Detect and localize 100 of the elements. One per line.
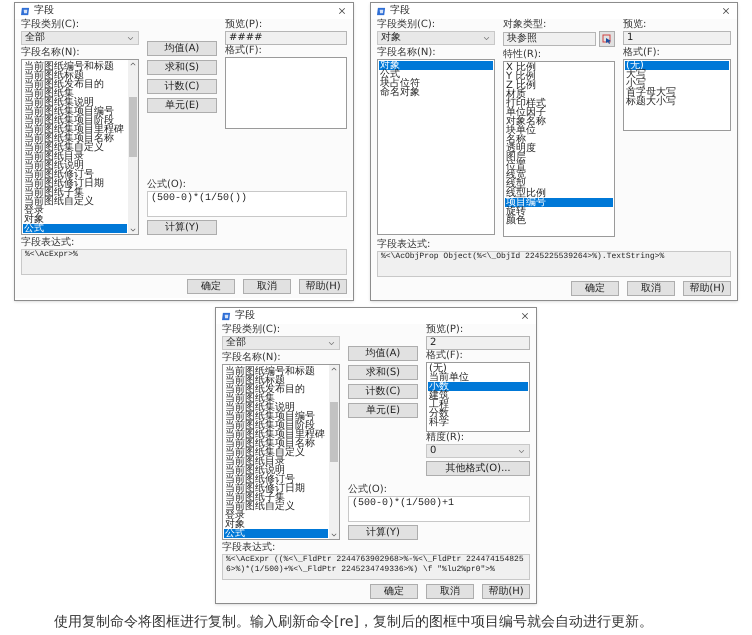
list-item[interactable]: 名称 xyxy=(505,135,613,144)
list-item[interactable]: 科学 xyxy=(428,418,528,427)
list-item[interactable]: 建筑 xyxy=(428,391,528,400)
list-item[interactable]: 当前图纸自定义 xyxy=(23,197,127,206)
list-item[interactable]: 当前单位 xyxy=(428,373,528,382)
list-item[interactable]: 当前图纸集项目里程碑 xyxy=(23,125,127,134)
list-item[interactable]: 当前图纸集项目阶段 xyxy=(23,116,127,125)
list-item[interactable]: 当前图纸修订号 xyxy=(23,170,127,179)
list-item[interactable]: 当前图纸集项目编号 xyxy=(23,107,127,116)
list-item[interactable]: 登录 xyxy=(23,206,127,215)
list-item[interactable]: 对象 xyxy=(224,520,328,529)
list-item[interactable]: 首字母大写 xyxy=(625,88,729,97)
list-item[interactable]: 分数 xyxy=(428,409,528,418)
scrollbar-thumb[interactable] xyxy=(129,97,137,157)
category-dropdown[interactable]: 全部 xyxy=(21,31,139,45)
list-item[interactable]: 对象 xyxy=(379,61,493,70)
function-button[interactable]: 单元(E) xyxy=(147,98,217,113)
list-item[interactable]: 旋转 xyxy=(505,207,613,216)
list-item[interactable]: 大写 xyxy=(625,70,729,79)
list-item[interactable]: 打印样式 xyxy=(505,99,613,108)
scroll-up-icon[interactable] xyxy=(330,365,338,373)
list-item[interactable]: 材质 xyxy=(505,90,613,99)
list-item[interactable]: 当前图纸集项目名称 xyxy=(23,134,127,143)
list-item[interactable]: 命名对象 xyxy=(379,88,493,97)
help-button[interactable]: 帮助(H) xyxy=(299,279,347,294)
category-dropdown[interactable]: 对象 xyxy=(377,31,495,45)
list-item[interactable]: 块单位 xyxy=(505,126,613,135)
list-item[interactable]: X 比例 xyxy=(505,63,613,72)
list-item[interactable]: 当前图纸发布目的 xyxy=(224,385,328,394)
close-icon[interactable] xyxy=(520,311,530,321)
list-item[interactable]: 公式 xyxy=(379,70,493,79)
list-item[interactable]: 单位因子 xyxy=(505,108,613,117)
list-item[interactable]: 标题大小写 xyxy=(625,97,729,106)
list-item[interactable]: 当前图纸集项目编号 xyxy=(224,412,328,421)
cancel-button[interactable]: 取消 xyxy=(627,281,675,296)
category-dropdown[interactable]: 全部 xyxy=(222,336,340,350)
help-button[interactable]: 帮助(H) xyxy=(482,584,530,599)
list-item[interactable]: 登录 xyxy=(224,511,328,520)
scrollbar-thumb[interactable] xyxy=(330,402,338,462)
formula-field[interactable]: (500-0)*(1/50()) xyxy=(147,191,347,217)
scrollbar[interactable] xyxy=(128,60,138,234)
list-item[interactable]: 对象名称 xyxy=(505,117,613,126)
function-button[interactable]: 单元(E) xyxy=(348,403,418,418)
list-item[interactable]: 当前图纸目录 xyxy=(224,457,328,466)
list-item[interactable]: 当前图纸标题 xyxy=(224,376,328,385)
list-item[interactable]: (无) xyxy=(428,364,528,373)
list-item[interactable]: 当前图纸集说明 xyxy=(224,403,328,412)
function-button[interactable]: 计数(C) xyxy=(348,384,418,399)
list-item[interactable]: 当前图纸说明 xyxy=(23,161,127,170)
scroll-up-icon[interactable] xyxy=(129,60,137,68)
list-item[interactable]: 当前图纸修订日期 xyxy=(224,484,328,493)
function-button[interactable]: 求和(S) xyxy=(348,365,418,380)
ok-button[interactable]: 确定 xyxy=(571,281,619,296)
ok-button[interactable]: 确定 xyxy=(370,584,418,599)
cancel-button[interactable]: 取消 xyxy=(426,584,474,599)
list-item[interactable]: 对象 xyxy=(23,215,127,224)
calculate-button[interactable]: 计算(Y) xyxy=(348,525,418,540)
list-item[interactable]: 位置 xyxy=(505,162,613,171)
function-button[interactable]: 均值(A) xyxy=(147,41,217,56)
close-icon[interactable] xyxy=(337,6,347,16)
list-item[interactable]: 当前图纸说明 xyxy=(224,466,328,475)
list-item[interactable]: 线型比例 xyxy=(505,189,613,198)
list-item[interactable]: 块占位符 xyxy=(379,79,493,88)
list-item[interactable]: 当前图纸标题 xyxy=(23,71,127,80)
scrollbar[interactable] xyxy=(329,365,339,539)
list-item[interactable]: 当前图纸集自定义 xyxy=(23,143,127,152)
list-item[interactable]: 当前图纸子集 xyxy=(23,188,127,197)
list-item[interactable]: 当前图纸集自定义 xyxy=(224,448,328,457)
list-item[interactable]: 图层 xyxy=(505,153,613,162)
ok-button[interactable]: 确定 xyxy=(187,279,235,294)
function-button[interactable]: 均值(A) xyxy=(348,346,418,361)
list-item[interactable]: 当前图纸修订日期 xyxy=(23,179,127,188)
precision-dropdown[interactable]: 0 xyxy=(426,444,530,458)
list-item[interactable]: Y 比例 xyxy=(505,72,613,81)
list-item[interactable]: 工程 xyxy=(428,400,528,409)
scroll-down-icon[interactable] xyxy=(330,531,338,539)
list-item[interactable]: 当前图纸集项目阶段 xyxy=(224,421,328,430)
close-icon[interactable] xyxy=(721,6,731,16)
function-button[interactable]: 求和(S) xyxy=(147,60,217,75)
function-button[interactable]: 计数(C) xyxy=(147,79,217,94)
list-box[interactable] xyxy=(225,57,347,129)
formula-field[interactable]: (500-0)*(1/500)+1 xyxy=(348,496,530,522)
list-item[interactable]: Z 比例 xyxy=(505,81,613,90)
list-item[interactable]: 当前图纸目录 xyxy=(23,152,127,161)
list-item[interactable]: 当前图纸编号和标题 xyxy=(23,62,127,71)
list-box[interactable]: 对象 公式 块占位符 命名对象 xyxy=(377,59,495,235)
list-item[interactable]: 当前图纸自定义 xyxy=(224,502,328,511)
list-item[interactable]: 当前图纸集项目名称 xyxy=(224,439,328,448)
scroll-down-icon[interactable] xyxy=(129,226,137,234)
other-format-button[interactable]: 其他格式(O)... xyxy=(426,461,530,476)
list-item[interactable]: 线型 xyxy=(505,180,613,189)
list-item[interactable]: 当前图纸集 xyxy=(23,89,127,98)
list-item[interactable]: 当前图纸子集 xyxy=(224,493,328,502)
list-item[interactable]: 当前图纸修订号 xyxy=(224,475,328,484)
list-item[interactable]: 当前图纸集说明 xyxy=(23,98,127,107)
list-item[interactable]: 当前图纸编号和标题 xyxy=(224,367,328,376)
list-item[interactable]: 当前图纸集项目里程碑 xyxy=(224,430,328,439)
help-button[interactable]: 帮助(H) xyxy=(683,281,731,296)
list-item[interactable]: 颜色 xyxy=(505,216,613,225)
list-item[interactable]: 透明度 xyxy=(505,144,613,153)
